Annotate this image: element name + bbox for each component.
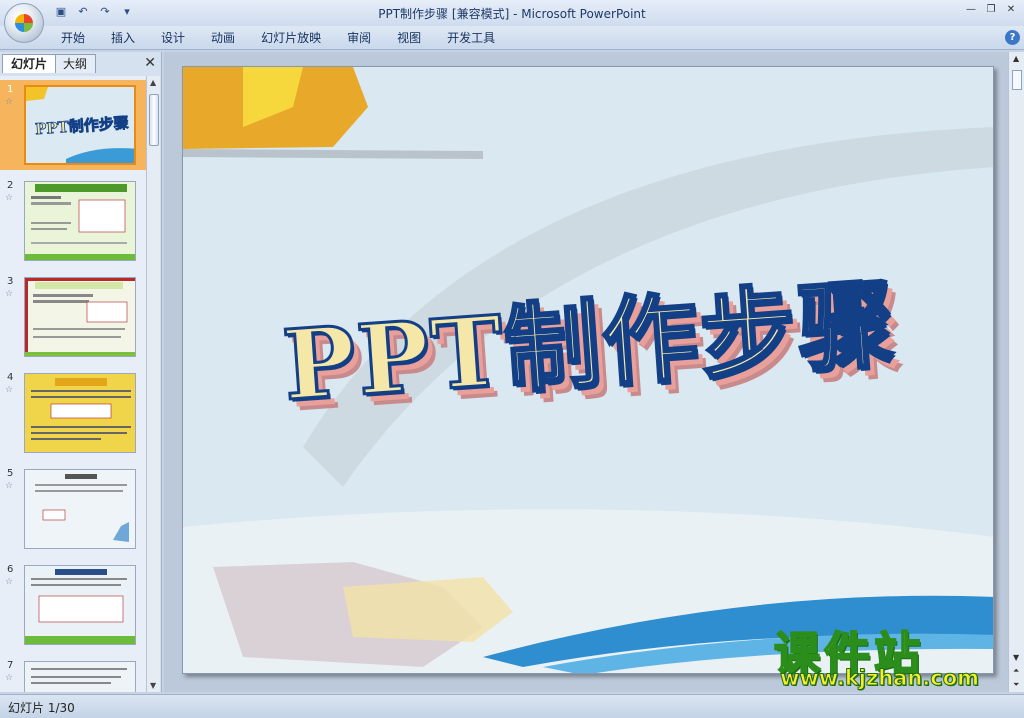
tab-slideshow[interactable]: 幻灯片放映 — [248, 30, 334, 46]
slide-number: 3 — [7, 276, 14, 287]
thumbnail-image: PPT制作步骤 — [24, 85, 136, 165]
close-panel-icon[interactable]: ✕ — [144, 55, 156, 71]
status-bar: 幻灯片 1/30 — [0, 694, 1024, 718]
animation-star-icon: ☆ — [5, 481, 14, 491]
office-button[interactable] — [4, 3, 44, 43]
tab-insert[interactable]: 插入 — [98, 30, 148, 46]
tab-review[interactable]: 审阅 — [334, 30, 384, 46]
close-icon[interactable]: ✕ — [1004, 3, 1018, 17]
thumbnail-image — [24, 469, 136, 549]
animation-star-icon: ☆ — [5, 673, 14, 683]
restore-icon[interactable]: ❐ — [984, 3, 998, 17]
thumbnail-image — [24, 373, 136, 453]
slide-number: 5 — [7, 468, 14, 479]
window-controls: — ❐ ✕ — [964, 3, 1018, 17]
current-slide[interactable]: PPT制作步骤 — [182, 66, 994, 674]
slide-thumbnail-1[interactable]: 1 ☆ PPT制作步骤 — [0, 80, 146, 170]
window-title: PPT制作步骤 [兼容模式] - Microsoft PowerPoint — [0, 5, 1024, 22]
watermark-url: www.kjzhan.com — [779, 666, 980, 691]
animation-star-icon: ☆ — [5, 289, 14, 299]
slide-thumbnail-7[interactable]: 7 ☆ — [0, 656, 146, 692]
tab-outline[interactable]: 大纲 — [54, 54, 97, 73]
slide-counter: 幻灯片 1/30 — [8, 701, 75, 715]
animation-star-icon: ☆ — [5, 193, 14, 203]
title-separator: - — [509, 7, 522, 21]
slide-number: 7 — [7, 660, 14, 671]
slide-thumbnail-5[interactable]: 5 ☆ — [0, 464, 146, 554]
thumb2-art — [25, 182, 135, 260]
thumb7-art — [25, 662, 135, 692]
thumb5-art — [25, 470, 135, 548]
slides-panel: 幻灯片 大纲 ✕ 1 ☆ PPT制作步骤 2 ☆ 3 ☆ 4 ☆ 5 ☆ 6 ☆… — [0, 52, 162, 692]
editor-scrollbar[interactable]: ▲ ▼ ⏶ ⏷ — [1008, 52, 1024, 692]
slide-number: 2 — [7, 180, 14, 191]
previous-slide-icon[interactable]: ⏶ — [1013, 666, 1019, 676]
tab-design[interactable]: 设计 — [148, 30, 198, 46]
ribbon-tabs: 开始 插入 设计 动画 幻灯片放映 审阅 视图 开发工具 — [48, 30, 508, 46]
app-name: Microsoft PowerPoint — [521, 7, 646, 21]
scroll-up-icon[interactable]: ▲ — [150, 78, 156, 87]
tab-animation[interactable]: 动画 — [198, 30, 248, 46]
scroll-down-icon[interactable]: ▼ — [1013, 653, 1019, 662]
slide-thumbnail-3[interactable]: 3 ☆ — [0, 272, 146, 362]
thumbnail-image — [24, 181, 136, 261]
office-logo-icon — [15, 14, 33, 32]
scroll-up-icon[interactable]: ▲ — [1013, 54, 1019, 63]
slide-thumbnail-2[interactable]: 2 ☆ — [0, 176, 146, 266]
scrollbar-thumb[interactable] — [1012, 70, 1022, 90]
scroll-down-icon[interactable]: ▼ — [150, 681, 156, 690]
minimize-icon[interactable]: — — [964, 3, 978, 17]
animation-star-icon: ☆ — [5, 385, 14, 395]
thumbnail-scrollbar[interactable]: ▲ ▼ — [146, 76, 160, 692]
thumb1-art: PPT制作步骤 — [26, 87, 134, 163]
tab-home[interactable]: 开始 — [48, 30, 98, 46]
slide-thumbnail-6[interactable]: 6 ☆ — [0, 560, 146, 650]
help-icon[interactable]: ? — [1005, 30, 1020, 45]
animation-star-icon: ☆ — [5, 577, 14, 587]
slide-number: 1 — [7, 84, 14, 95]
title-bar: ▣ ↶ ↷ ▾ PPT制作步骤 [兼容模式] - Microsoft Power… — [0, 0, 1024, 43]
compat-mode: [兼容模式] — [451, 7, 510, 21]
next-slide-icon[interactable]: ⏷ — [1013, 680, 1019, 690]
animation-star-icon: ☆ — [5, 97, 14, 107]
slide-thumbnail-4[interactable]: 4 ☆ — [0, 368, 146, 458]
slide-editor: PPT制作步骤 — [164, 52, 1008, 692]
document-name: PPT制作步骤 — [378, 7, 449, 21]
slide-number: 6 — [7, 564, 14, 575]
thumbnail-image — [24, 565, 136, 645]
thumb3-art — [25, 278, 135, 356]
slide-number: 4 — [7, 372, 14, 383]
tab-view[interactable]: 视图 — [384, 30, 434, 46]
panel-tabs: 幻灯片 大纲 ✕ — [2, 54, 160, 74]
thumb4-art — [25, 374, 135, 452]
scrollbar-thumb[interactable] — [149, 94, 159, 146]
tab-slides[interactable]: 幻灯片 — [2, 54, 57, 73]
thumbnail-list: 1 ☆ PPT制作步骤 2 ☆ 3 ☆ 4 ☆ 5 ☆ 6 ☆ 7 ☆ — [0, 76, 146, 692]
thumbnail-image — [24, 277, 136, 357]
thumbnail-image — [24, 661, 136, 692]
thumb6-art — [25, 566, 135, 644]
ribbon: 开始 插入 设计 动画 幻灯片放映 审阅 视图 开发工具 ? — [0, 26, 1024, 50]
tab-developer[interactable]: 开发工具 — [434, 30, 508, 46]
